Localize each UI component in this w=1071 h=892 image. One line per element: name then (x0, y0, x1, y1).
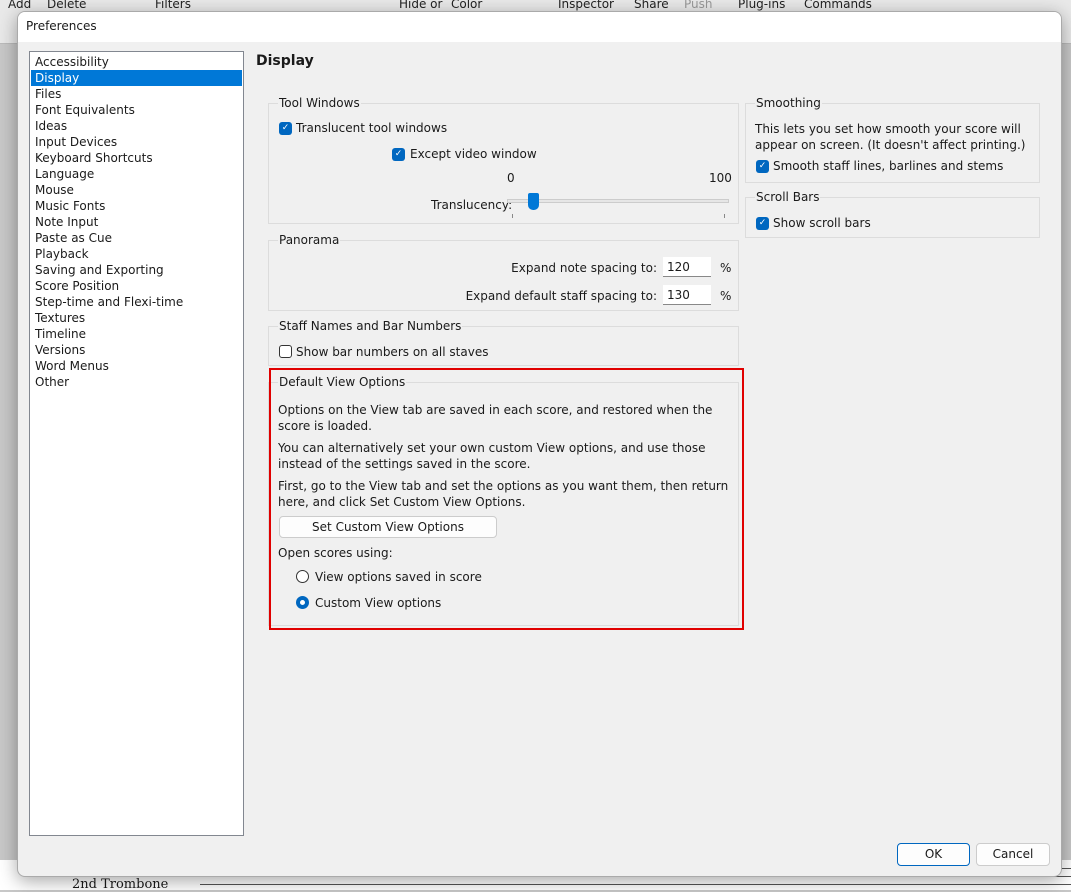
slider-min: 0 (507, 171, 515, 185)
category-item[interactable]: Files (31, 86, 242, 102)
smooth-checkbox[interactable]: ✓ (756, 160, 769, 173)
scroll-bars-label: Show scroll bars (773, 216, 871, 230)
staff-spacing-label: Expand default staff spacing to: (465, 289, 657, 303)
note-spacing-label: Expand note spacing to: (511, 261, 657, 275)
category-item[interactable]: Mouse (31, 182, 242, 198)
title-bar: Preferences (18, 12, 1061, 42)
cancel-button[interactable]: Cancel (976, 843, 1050, 866)
tick (724, 214, 725, 218)
preferences-dialog: Preferences Accessibility Display Files Fon… (17, 11, 1062, 877)
panorama-group: Panorama Expand note spacing to: 120 % E… (268, 233, 739, 311)
smooth-label: Smooth staff lines, barlines and stems (773, 159, 1004, 173)
dialog-title: Preferences (26, 19, 97, 33)
tool-windows-group: Tool Windows ✓ Translucent tool windows … (268, 96, 739, 224)
group-title: Staff Names and Bar Numbers (278, 319, 463, 333)
category-item[interactable]: Timeline (31, 326, 242, 342)
background-toolbar-item: Filters (155, 0, 191, 11)
category-item[interactable]: Other (31, 374, 242, 390)
staff-spacing-input[interactable]: 130 (663, 285, 711, 305)
category-item[interactable]: Language (31, 166, 242, 182)
category-item[interactable]: Playback (31, 246, 242, 262)
group-title: Smoothing (755, 96, 822, 110)
category-item[interactable]: Word Menus (31, 358, 242, 374)
group-title: Tool Windows (278, 96, 361, 110)
category-item[interactable]: Display (31, 70, 242, 86)
unit: % (720, 261, 732, 275)
background-toolbar-item: Share (634, 0, 669, 11)
background-toolbar-item: Inspector (558, 0, 614, 11)
background-toolbar-item: Plug-ins (738, 0, 786, 11)
translucency-slider[interactable] (507, 199, 729, 203)
category-item[interactable]: Keyboard Shortcuts (31, 150, 242, 166)
category-item[interactable]: Paste as Cue (31, 230, 242, 246)
tick (512, 214, 513, 218)
except-video-checkbox[interactable]: ✓ (392, 148, 405, 161)
category-item[interactable]: Music Fonts (31, 198, 242, 214)
smoothing-group: Smoothing This lets you set how smooth y… (745, 96, 1040, 183)
background-toolbar-item: Delete (47, 0, 87, 11)
note-spacing-input[interactable]: 120 (663, 257, 711, 277)
slider-max: 100 (709, 171, 732, 185)
background-toolbar-item: Push (684, 0, 713, 11)
background-toolbar-item: Add (8, 0, 32, 11)
category-list[interactable]: Accessibility Display Files Font Equivalent… (29, 51, 244, 836)
bar-numbers-checkbox[interactable] (279, 345, 292, 358)
category-item[interactable]: Step-time and Flexi-time (31, 294, 242, 310)
unit: % (720, 289, 732, 303)
slider-label: Translucency: (431, 198, 513, 212)
except-video-label: Except video window (410, 147, 537, 161)
translucent-checkbox[interactable]: ✓ (279, 122, 292, 135)
ok-button[interactable]: OK (897, 843, 970, 866)
category-item[interactable]: Font Equivalents (31, 102, 242, 118)
category-item[interactable]: Versions (31, 342, 242, 358)
slider-thumb[interactable] (528, 193, 540, 210)
scroll-bars-checkbox[interactable]: ✓ (756, 217, 769, 230)
bar-numbers-label: Show bar numbers on all staves (296, 345, 489, 359)
category-item[interactable]: Ideas (31, 118, 242, 134)
category-item[interactable]: Accessibility (31, 54, 242, 70)
page-heading: Display (256, 53, 314, 69)
background-toolbar-item: Color (451, 0, 483, 11)
highlight-box (269, 368, 744, 630)
scroll-bars-group: Scroll Bars ✓ Show scroll bars (745, 190, 1040, 238)
description: This lets you set how smooth your score … (755, 122, 1026, 152)
category-item[interactable]: Textures (31, 310, 242, 326)
category-item[interactable]: Input Devices (31, 134, 242, 150)
staff-names-group: Staff Names and Bar Numbers Show bar num… (268, 319, 739, 366)
group-title: Panorama (278, 233, 341, 247)
background-toolbar-item: Hide or (399, 0, 443, 11)
category-item[interactable]: Score Position (31, 278, 242, 294)
group-title: Scroll Bars (755, 190, 821, 204)
background-toolbar-item: Commands (804, 0, 872, 11)
translucent-label: Translucent tool windows (296, 121, 448, 135)
category-item[interactable]: Saving and Exporting (31, 262, 242, 278)
category-item[interactable]: Note Input (31, 214, 242, 230)
